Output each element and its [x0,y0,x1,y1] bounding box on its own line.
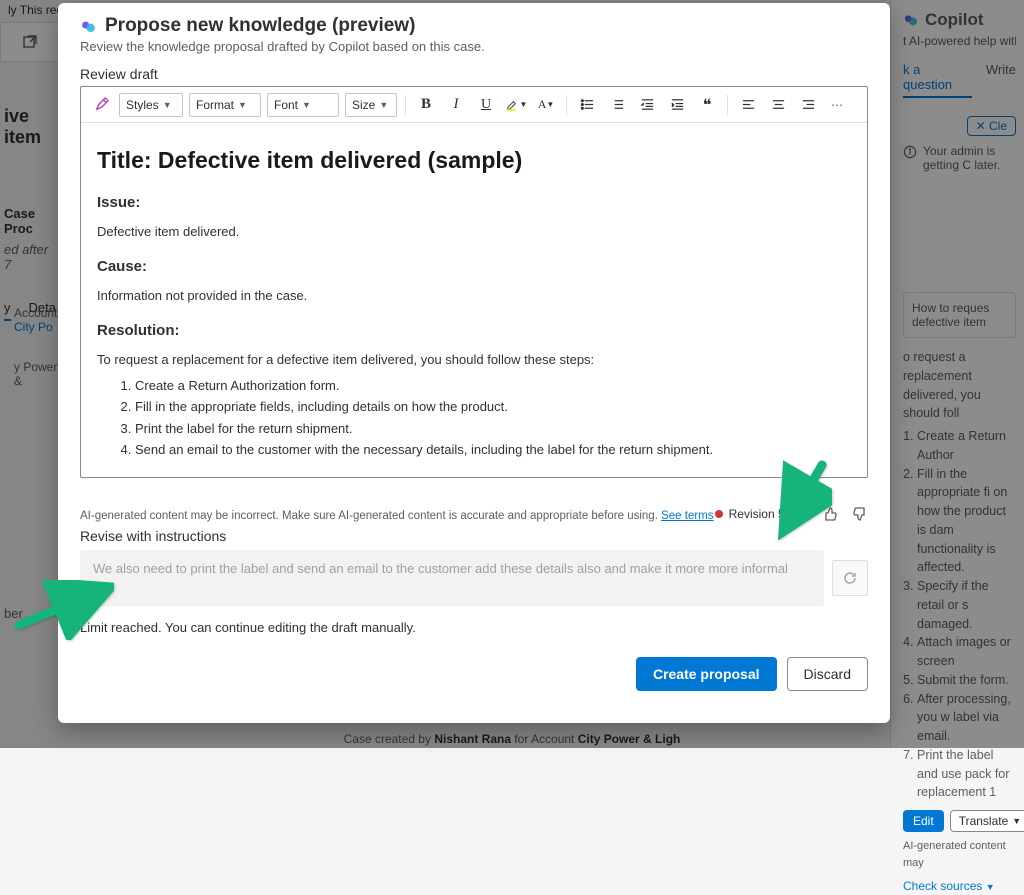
ai-disclaimer: AI-generated content may be incorrect. M… [80,510,714,522]
indent-button[interactable] [665,93,689,117]
outdent-button[interactable] [635,93,659,117]
issue-heading: Issue: [97,192,851,215]
create-proposal-button[interactable]: Create proposal [636,657,777,691]
rich-text-editor: Styles▼ Format▼ Font▼ Size▼ B I U ▼ A▼ ❝ [80,86,868,478]
align-right-button[interactable] [796,93,820,117]
copilot-icon [80,18,97,35]
styles-dropdown[interactable]: Styles▼ [119,93,183,117]
check-sources-link[interactable]: Check sources ▼ [903,877,1016,895]
editor-content-area[interactable]: Title: Defective item delivered (sample)… [81,123,867,477]
format-dropdown[interactable]: Format▼ [189,93,261,117]
thumbs-up-icon[interactable] [822,506,838,522]
translate-button[interactable]: Translate▼ [950,810,1024,832]
align-left-button[interactable] [736,93,760,117]
edit-button[interactable]: Edit [903,810,944,832]
font-color-button[interactable]: A▼ [534,93,558,117]
revision-indicator: Revision 5 of 5 [715,507,808,521]
propose-knowledge-modal: Propose new knowledge (preview) Review t… [58,3,890,723]
resolution-intro: To request a replacement for a defective… [97,350,851,370]
bold-button[interactable]: B [414,93,438,117]
limit-reached-message: Limit reached. You can continue editing … [80,620,868,635]
review-draft-label: Review draft [80,66,868,82]
editor-toolbar: Styles▼ Format▼ Font▼ Size▼ B I U ▼ A▼ ❝ [81,87,867,123]
resolution-heading: Resolution: [97,320,851,343]
thumbs-down-icon[interactable] [852,506,868,522]
regenerate-button[interactable] [832,560,868,596]
modal-title: Propose new knowledge (preview) [105,15,415,37]
modal-subtitle: Review the knowledge proposal drafted by… [80,39,868,54]
see-terms-link[interactable]: See terms [661,510,713,522]
revision-dot-icon [715,510,723,518]
cause-heading: Cause: [97,256,851,279]
revise-instructions-input[interactable]: We also need to print the label and send… [80,550,824,606]
quote-button[interactable]: ❝ [695,93,719,117]
highlight-color-button[interactable]: ▼ [504,93,528,117]
bullet-list-button[interactable] [575,93,599,117]
italic-button[interactable]: I [444,93,468,117]
cause-body: Information not provided in the case. [97,286,851,306]
issue-body: Defective item delivered. [97,222,851,242]
numbered-list-button[interactable] [605,93,629,117]
resolution-steps: Create a Return Authorization form. Fill… [97,376,851,460]
underline-button[interactable]: U [474,93,498,117]
draft-title: Title: Defective item delivered (sample) [97,143,851,178]
font-dropdown[interactable]: Font▼ [267,93,339,117]
more-button[interactable]: ⋯ [826,93,850,117]
discard-button[interactable]: Discard [787,657,868,691]
revise-label: Revise with instructions [80,528,868,544]
align-center-button[interactable] [766,93,790,117]
size-dropdown[interactable]: Size▼ [345,93,397,117]
brush-icon[interactable] [89,93,113,117]
